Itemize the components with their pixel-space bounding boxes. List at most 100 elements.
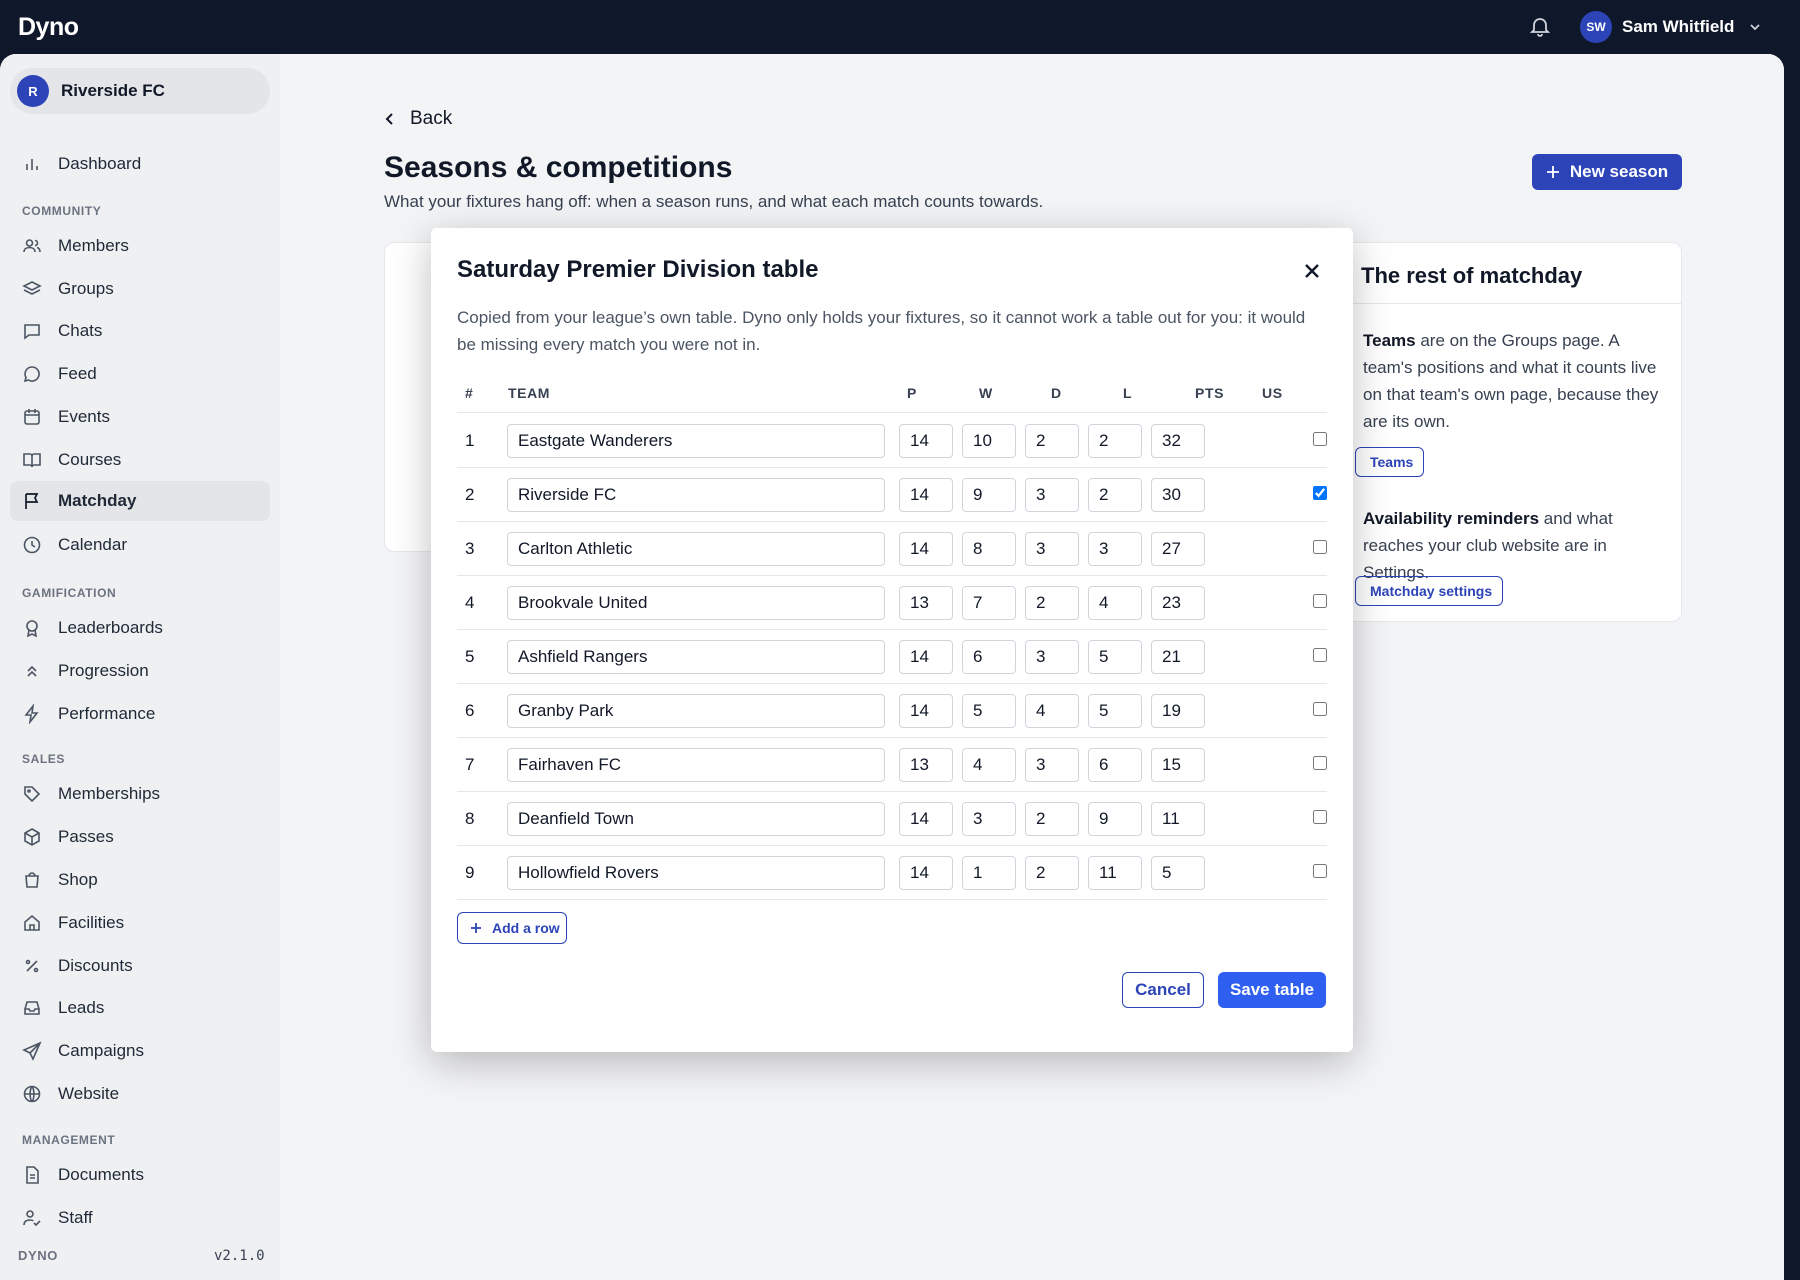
us-checkbox[interactable]: [1313, 702, 1327, 716]
d-input[interactable]: [1025, 694, 1079, 728]
row-position: 8: [465, 809, 475, 828]
p-input[interactable]: [899, 478, 953, 512]
p-input[interactable]: [899, 424, 953, 458]
team-name-input[interactable]: [507, 586, 885, 620]
us-checkbox[interactable]: [1313, 486, 1327, 500]
team-name-input[interactable]: [507, 640, 885, 674]
pts-input[interactable]: [1151, 748, 1205, 782]
row-position: 2: [465, 485, 475, 504]
d-input[interactable]: [1025, 748, 1079, 782]
team-name-input[interactable]: [507, 802, 885, 836]
p-input[interactable]: [899, 802, 953, 836]
table-row: 8: [457, 792, 1327, 846]
row-position: 1: [465, 431, 475, 450]
row-position: 4: [465, 593, 475, 612]
l-input[interactable]: [1088, 586, 1142, 620]
column-header-team: TEAM: [508, 385, 551, 401]
l-input[interactable]: [1088, 532, 1142, 566]
d-input[interactable]: [1025, 424, 1079, 458]
l-input[interactable]: [1088, 640, 1142, 674]
p-input[interactable]: [899, 856, 953, 890]
pts-input[interactable]: [1151, 532, 1205, 566]
add-row-button[interactable]: Add a row: [457, 912, 567, 944]
pts-input[interactable]: [1151, 424, 1205, 458]
dialog-description: Copied from your league’s own table. Dyn…: [457, 308, 1306, 354]
us-checkbox[interactable]: [1313, 540, 1327, 554]
w-input[interactable]: [962, 694, 1016, 728]
dialog-title: Saturday Premier Division table: [457, 256, 819, 283]
p-input[interactable]: [899, 640, 953, 674]
row-position: 5: [465, 647, 475, 666]
pts-input[interactable]: [1151, 802, 1205, 836]
row-position: 9: [465, 863, 475, 882]
column-header-points: PTS: [1195, 385, 1225, 401]
team-name-input[interactable]: [507, 748, 885, 782]
l-input[interactable]: [1088, 478, 1142, 512]
p-input[interactable]: [899, 748, 953, 782]
team-name-input[interactable]: [507, 478, 885, 512]
d-input[interactable]: [1025, 640, 1079, 674]
l-input[interactable]: [1088, 694, 1142, 728]
p-input[interactable]: [899, 532, 953, 566]
w-input[interactable]: [962, 424, 1016, 458]
us-checkbox[interactable]: [1313, 594, 1327, 608]
league-table-dialog: Saturday Premier Division table Copied f…: [431, 228, 1353, 1052]
us-checkbox[interactable]: [1313, 432, 1327, 446]
w-input[interactable]: [962, 532, 1016, 566]
app-logo[interactable]: Dyno: [18, 13, 79, 42]
p-input[interactable]: [899, 586, 953, 620]
table-row: 2: [457, 468, 1327, 522]
team-name-input[interactable]: [507, 694, 885, 728]
team-name-input[interactable]: [507, 856, 885, 890]
pts-input[interactable]: [1151, 694, 1205, 728]
team-name-input[interactable]: [507, 424, 885, 458]
p-input[interactable]: [899, 694, 953, 728]
column-header-us: US: [1262, 385, 1283, 401]
save-table-button[interactable]: Save table: [1218, 972, 1326, 1008]
us-checkbox[interactable]: [1313, 756, 1327, 770]
d-input[interactable]: [1025, 802, 1079, 836]
user-name: Sam Whitfield: [1622, 17, 1735, 36]
table-row: 3: [457, 522, 1327, 576]
l-input[interactable]: [1088, 856, 1142, 890]
l-input[interactable]: [1088, 748, 1142, 782]
top-bar: Dyno SW Sam Whitfield: [0, 0, 1800, 54]
w-input[interactable]: [962, 748, 1016, 782]
w-input[interactable]: [962, 856, 1016, 890]
pts-input[interactable]: [1151, 586, 1205, 620]
l-input[interactable]: [1088, 802, 1142, 836]
column-header-position: #: [465, 385, 474, 401]
table-row: 4: [457, 576, 1327, 630]
d-input[interactable]: [1025, 856, 1079, 890]
w-input[interactable]: [962, 640, 1016, 674]
close-icon[interactable]: [1301, 260, 1323, 282]
user-menu[interactable]: SW Sam Whitfield: [1580, 10, 1762, 44]
pts-input[interactable]: [1151, 856, 1205, 890]
us-checkbox[interactable]: [1313, 810, 1327, 824]
chevron-down-icon: [1750, 24, 1761, 31]
pts-input[interactable]: [1151, 478, 1205, 512]
plus-icon: [471, 923, 481, 933]
column-header-won: W: [979, 385, 993, 401]
cancel-button[interactable]: Cancel: [1122, 972, 1204, 1008]
user-avatar: SW: [1580, 11, 1612, 43]
header-divider: [457, 412, 1327, 413]
w-input[interactable]: [962, 586, 1016, 620]
column-header-played: P: [907, 385, 917, 401]
row-position: 6: [465, 701, 475, 720]
table-row: 9: [457, 846, 1327, 900]
pts-input[interactable]: [1151, 640, 1205, 674]
us-checkbox[interactable]: [1313, 864, 1327, 878]
us-checkbox[interactable]: [1313, 648, 1327, 662]
w-input[interactable]: [962, 802, 1016, 836]
d-input[interactable]: [1025, 478, 1079, 512]
table-row: 1: [457, 414, 1327, 468]
bell-icon[interactable]: [1528, 14, 1552, 38]
w-input[interactable]: [962, 478, 1016, 512]
column-header-drawn: D: [1051, 385, 1062, 401]
row-position: 3: [465, 539, 475, 558]
d-input[interactable]: [1025, 586, 1079, 620]
l-input[interactable]: [1088, 424, 1142, 458]
d-input[interactable]: [1025, 532, 1079, 566]
team-name-input[interactable]: [507, 532, 885, 566]
